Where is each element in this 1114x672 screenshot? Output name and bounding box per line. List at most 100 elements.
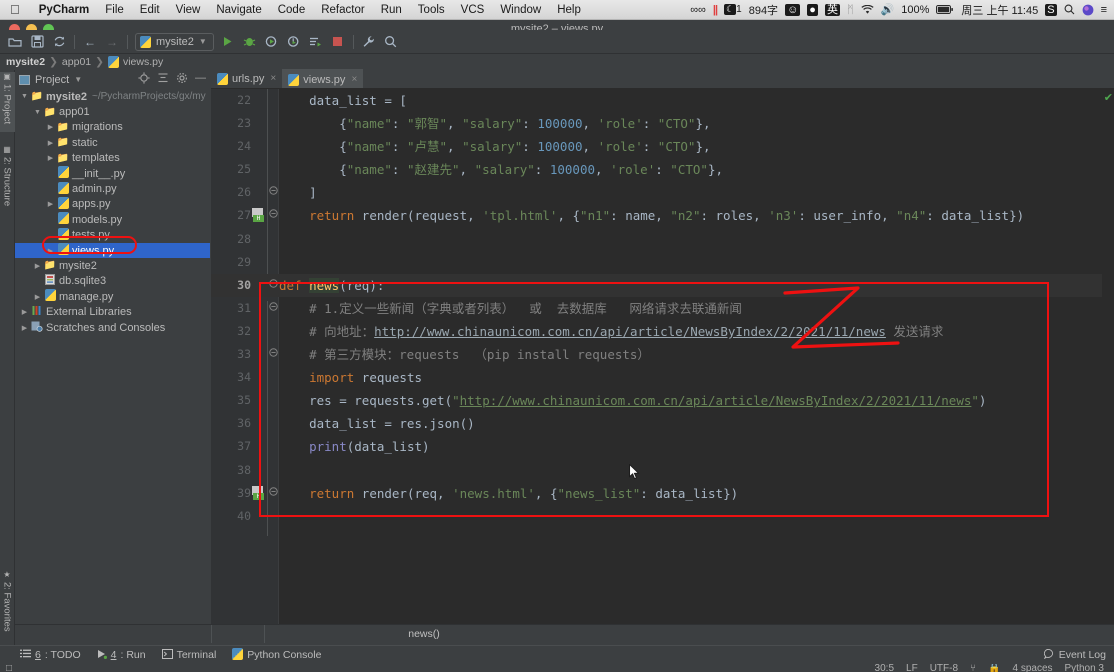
tree-node-apps-py[interactable]: ▶ apps.py xyxy=(15,196,210,212)
editor-line-40[interactable]: 40 xyxy=(211,505,1114,528)
save-all-icon[interactable] xyxy=(27,32,47,52)
tree-node-migrations[interactable]: ▶ 📁 migrations xyxy=(15,120,210,135)
code-editor[interactable]: 22 data_list = [23 {"name": "郭智", "salar… xyxy=(211,89,1114,624)
chevron-down-icon[interactable]: ▼ xyxy=(74,75,82,84)
expand-arrow-icon[interactable]: ▶ xyxy=(45,200,56,208)
tree-node-external-libraries[interactable]: ▶ External Libraries xyxy=(15,304,210,319)
event-log-button[interactable]: Event Log xyxy=(1043,648,1106,662)
code-text[interactable]: # 1.定义一些新闻（字典或者列表） 或 去数据库 网络请求去联通新闻 xyxy=(279,297,742,320)
tool-window-project[interactable]: ▣ 1: Project xyxy=(0,72,15,132)
code-text[interactable]: return render(req, 'news.html', {"news_l… xyxy=(279,482,738,505)
footer-collapse-icon[interactable]: □ xyxy=(0,664,12,672)
input-source-icon[interactable]: 英 xyxy=(824,3,840,16)
editor-line-29[interactable]: 29 xyxy=(211,251,1114,274)
breadcrumb-item-project[interactable]: mysite2 xyxy=(6,56,45,68)
profile-icon[interactable] xyxy=(284,32,304,52)
menu-file[interactable]: File xyxy=(97,4,132,16)
menu-pycharm[interactable]: PyCharm xyxy=(31,4,98,16)
file-encoding[interactable]: UTF-8 xyxy=(930,664,958,672)
editor-line-24[interactable]: 24 {"name": "卢慧", "salary": 100000, 'rol… xyxy=(211,135,1114,158)
fold-collapse-icon[interactable] xyxy=(267,482,279,505)
expand-arrow-icon[interactable]: ▶ xyxy=(45,247,56,255)
hide-panel-icon[interactable]: — xyxy=(195,72,206,87)
lock-icon[interactable]: 🔒 xyxy=(988,664,1000,672)
code-text[interactable]: # 第三方模块：requests （pip install requests） xyxy=(279,343,650,366)
navigate-forward-icon[interactable]: → xyxy=(102,32,122,52)
search-everywhere-icon[interactable] xyxy=(381,32,401,52)
editor-line-31[interactable]: 31 # 1.定义一些新闻（字典或者列表） 或 去数据库 网络请求去联通新闻 xyxy=(211,297,1114,320)
tree-node-init-py[interactable]: __init__.py xyxy=(15,166,210,181)
editor-line-35[interactable]: 35 res = requests.get("http://www.chinau… xyxy=(211,389,1114,412)
siri-icon[interactable] xyxy=(1082,4,1094,16)
navigate-back-icon[interactable]: ← xyxy=(80,32,100,52)
caret-position[interactable]: 30:5 xyxy=(875,664,894,672)
tool-window-structure[interactable]: ▦ 2: Structure xyxy=(0,145,15,223)
run-gutter-icon[interactable]: H xyxy=(252,485,265,500)
spotlight-search-icon[interactable] xyxy=(1064,4,1075,15)
close-tab-icon[interactable]: × xyxy=(351,74,357,85)
code-text[interactable]: {"name": "郭智", "salary": 100000, 'role':… xyxy=(279,112,710,135)
editor-line-33[interactable]: 33 # 第三方模块：requests （pip install request… xyxy=(211,343,1114,366)
volume-icon[interactable]: 🔊 xyxy=(881,3,895,16)
settings-gear-icon[interactable] xyxy=(176,72,188,87)
editor-line-36[interactable]: 36 data_list = res.json() xyxy=(211,412,1114,435)
collapse-all-icon[interactable] xyxy=(157,72,169,87)
menu-vcs[interactable]: VCS xyxy=(453,4,493,16)
code-text[interactable]: {"name": "卢慧", "salary": 100000, 'role':… xyxy=(279,135,710,158)
tree-node-tests-py[interactable]: tests.py xyxy=(15,227,210,243)
editor-line-37[interactable]: 37 print(data_list) xyxy=(211,435,1114,458)
expand-arrow-icon[interactable]: ▶ xyxy=(19,324,30,332)
tree-node-db-sqlite3[interactable]: db.sqlite3 xyxy=(15,274,210,289)
run-gutter-icon[interactable]: H xyxy=(252,208,265,223)
fold-collapse-icon[interactable] xyxy=(267,204,279,227)
python-console-tool-button[interactable]: Python Console xyxy=(232,647,321,663)
stop-icon[interactable] xyxy=(328,32,348,52)
menu-code[interactable]: Code xyxy=(270,4,314,16)
expand-arrow-icon[interactable]: ▶ xyxy=(45,139,56,147)
word-count-label[interactable]: 894字 xyxy=(749,2,778,18)
close-tab-icon[interactable]: × xyxy=(270,73,276,84)
code-text[interactable]: import requests xyxy=(279,366,422,389)
code-text[interactable]: res = requests.get("http://www.chinaunic… xyxy=(279,389,986,412)
menu-window[interactable]: Window xyxy=(492,4,549,16)
menu-view[interactable]: View xyxy=(168,4,209,16)
editor-line-32[interactable]: 32 # 向地址：http://www.chinaunicom.com.cn/a… xyxy=(211,320,1114,343)
bottom-breadcrumb-function[interactable]: news() xyxy=(264,625,584,643)
python-interpreter[interactable]: Python 3 xyxy=(1065,664,1104,672)
moon-badge-icon[interactable]: ☾ 1 xyxy=(724,4,742,15)
battery-percent-label[interactable]: 100% xyxy=(901,4,929,16)
editor-tab-views-py[interactable]: views.py × xyxy=(282,69,364,88)
expand-arrow-icon[interactable]: ▼ xyxy=(19,93,30,100)
tree-node-admin-py[interactable]: admin.py xyxy=(15,181,210,196)
sync-icon[interactable] xyxy=(49,32,69,52)
open-folder-icon[interactable] xyxy=(5,32,25,52)
git-branch-icon[interactable]: ⑂ xyxy=(970,664,976,672)
tree-node-static[interactable]: ▶ 📁 static xyxy=(15,135,210,150)
editor-line-23[interactable]: 23 {"name": "郭智", "salary": 100000, 'rol… xyxy=(211,112,1114,135)
menu-refactor[interactable]: Refactor xyxy=(313,4,372,16)
project-tree[interactable]: ▼ 📁 mysite2 ~/PycharmProjects/gx/my ▼ 📁 … xyxy=(15,89,210,646)
code-text[interactable]: return render(request, 'tpl.html', {"n1"… xyxy=(279,204,1024,227)
code-text[interactable]: # 向地址：http://www.chinaunicom.com.cn/api/… xyxy=(279,320,943,343)
code-text[interactable]: print(data_list) xyxy=(279,435,429,458)
code-text[interactable]: def news(req): xyxy=(279,274,384,297)
battery-icon[interactable] xyxy=(936,5,954,14)
editor-rows[interactable]: 22 data_list = [23 {"name": "郭智", "salar… xyxy=(211,89,1114,528)
attach-to-process-icon[interactable] xyxy=(306,32,326,52)
menu-run[interactable]: Run xyxy=(373,4,410,16)
editor-line-39[interactable]: 39 H return render(req, 'news.html', {"ne… xyxy=(211,482,1114,505)
run-tool-button[interactable]: 4 : Run xyxy=(97,649,146,662)
menu-tools[interactable]: Tools xyxy=(410,4,453,16)
wifi-icon[interactable] xyxy=(860,4,874,15)
editor-tab-urls-py[interactable]: urls.py × xyxy=(211,69,282,88)
expand-arrow-icon[interactable]: ▶ xyxy=(45,123,56,131)
sogou-input-icon[interactable]: S xyxy=(1045,3,1057,16)
code-text[interactable]: data_list = res.json() xyxy=(279,412,475,435)
run-configuration-selector[interactable]: mysite2 ▼ xyxy=(135,32,214,51)
expand-arrow-icon[interactable]: ▶ xyxy=(45,154,56,162)
clock-label[interactable]: 周三 上午 11:45 xyxy=(961,2,1038,18)
fold-collapse-icon[interactable] xyxy=(267,181,279,204)
tree-node-mysite2-module[interactable]: ▶ 📁 mysite2 xyxy=(15,258,210,273)
pause-bars-icon[interactable]: || xyxy=(713,4,718,16)
debug-icon[interactable] xyxy=(240,32,260,52)
